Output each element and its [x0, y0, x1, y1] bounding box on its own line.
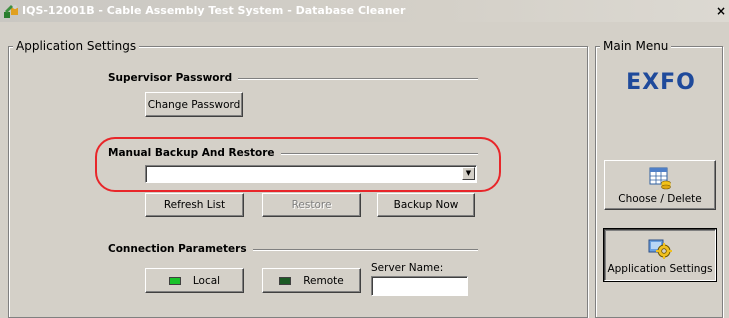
application-settings-button-label: Application Settings [607, 262, 713, 275]
window-title: IQS-12001B - Cable Assembly Test System … [22, 4, 406, 17]
application-settings-legend: Application Settings [13, 39, 140, 53]
server-name-label: Server Name: [371, 262, 444, 274]
remote-toggle-button[interactable]: Remote [262, 268, 361, 293]
close-button[interactable]: × [716, 4, 729, 18]
restore-button[interactable]: Restore [262, 193, 361, 217]
main-menu-legend: Main Menu [600, 39, 672, 53]
application-settings-button[interactable]: Application Settings [604, 229, 716, 281]
change-password-button[interactable]: Change Password [145, 92, 243, 117]
database-table-icon [649, 167, 671, 189]
connection-parameters-heading: Connection Parameters [108, 243, 253, 255]
local-led-icon [168, 276, 181, 285]
choose-delete-label: Choose / Delete [618, 192, 702, 205]
highlight-callout [95, 137, 501, 192]
supervisor-password-heading: Supervisor Password [108, 72, 239, 84]
local-toggle-button[interactable]: Local [145, 268, 244, 293]
remote-led-icon [279, 276, 292, 285]
app-icon [4, 5, 18, 18]
backup-now-button[interactable]: Backup Now [377, 193, 475, 217]
settings-gear-icon [648, 239, 672, 259]
window-titlebar[interactable]: IQS-12001B - Cable Assembly Test System … [0, 0, 729, 22]
refresh-list-button[interactable]: Refresh List [145, 193, 244, 217]
exfo-logo: EXFO [626, 70, 696, 95]
choose-delete-button[interactable]: Choose / Delete [604, 160, 716, 210]
server-name-field[interactable] [371, 276, 468, 296]
